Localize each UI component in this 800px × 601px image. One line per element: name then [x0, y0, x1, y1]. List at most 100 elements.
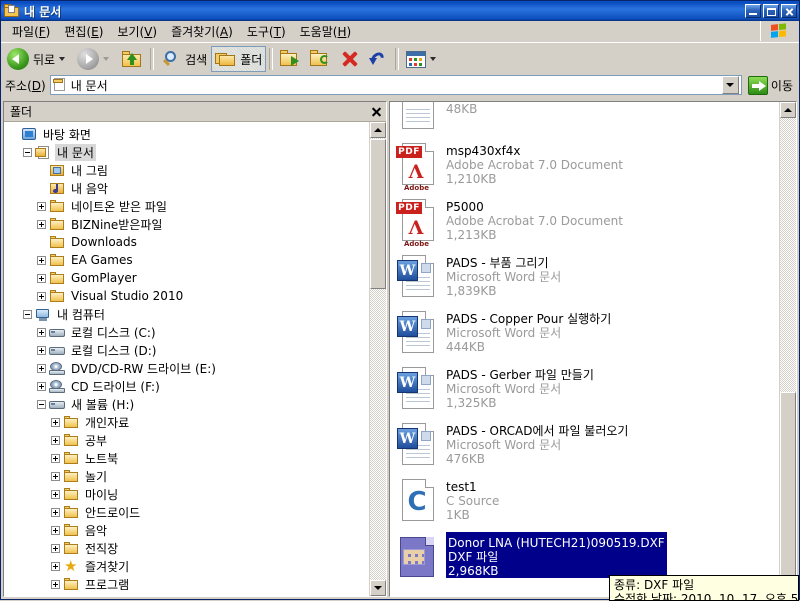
expand-plus-icon[interactable]	[37, 219, 46, 229]
tree-item[interactable]: 프로그램	[7, 575, 369, 593]
folders-scrollbar[interactable]	[369, 122, 386, 596]
move-to-button[interactable]	[276, 46, 306, 72]
copy-to-button[interactable]	[306, 46, 336, 72]
expand-plus-icon[interactable]	[51, 561, 60, 571]
tree-item[interactable]: 공부	[7, 431, 369, 449]
back-dropdown-icon[interactable]	[59, 57, 66, 61]
folders-scroll-up-button[interactable]	[370, 122, 386, 138]
tree-item[interactable]: BIZNine받은파일	[7, 215, 369, 233]
views-dropdown-icon[interactable]	[430, 57, 437, 61]
expand-plus-icon[interactable]	[37, 255, 46, 265]
minimize-button[interactable]	[745, 4, 761, 18]
file-list-item[interactable]: Ctest1 C Source 1KB	[394, 476, 779, 532]
expand-plus-icon[interactable]	[51, 507, 60, 517]
tree-item[interactable]: 노트북	[7, 449, 369, 467]
expand-plus-icon[interactable]	[51, 471, 60, 481]
expand-plus-icon[interactable]	[37, 381, 46, 391]
tree-item[interactable]: 놀기	[7, 467, 369, 485]
delete-button[interactable]	[336, 46, 364, 72]
menu-bar: 파일(F) 편집(E) 보기(V) 즐겨찾기(A) 도구(T) 도움말(H)	[1, 21, 799, 42]
close-button[interactable]	[781, 4, 797, 18]
tree-item[interactable]: CD 드라이브 (F:)	[7, 377, 369, 395]
tree-item-label: 안드로이드	[85, 505, 141, 520]
file-list-item[interactable]: W PADS - Gerber 파일 만들기 Microsoft Word 문서 1,…	[394, 364, 779, 420]
expand-plus-icon[interactable]	[51, 435, 60, 445]
collapse-minus-icon[interactable]	[23, 147, 32, 157]
folder-icon	[63, 577, 80, 592]
tree-item-label: GomPlayer	[71, 271, 137, 285]
tree-item[interactable]: 내 음악	[7, 179, 369, 197]
tree-item[interactable]: ★ 즐겨찾기	[7, 557, 369, 575]
search-button[interactable]: 검색	[157, 46, 211, 72]
tree-item[interactable]: 전직장	[7, 539, 369, 557]
tree-toggle-spacer	[37, 166, 46, 175]
expand-plus-icon[interactable]	[37, 345, 46, 355]
expand-plus-icon[interactable]	[37, 363, 46, 373]
tree-item[interactable]: 내 그림	[7, 161, 369, 179]
collapse-minus-icon[interactable]	[37, 399, 46, 409]
file-list-item[interactable]: W PADS - 부품 그리기 Microsoft Word 문서 1,839KB	[394, 252, 779, 308]
tree-item[interactable]: DVD/CD-RW 드라이브 (E:)	[7, 359, 369, 377]
tree-item[interactable]: 바탕 화면	[7, 125, 369, 143]
up-button[interactable]	[117, 46, 147, 72]
tree-item[interactable]: 안드로이드	[7, 503, 369, 521]
expand-plus-icon[interactable]	[51, 417, 60, 427]
file-list-item[interactable]: 한글과컴퓨터 한글 문서48KB	[394, 102, 779, 140]
tree-item[interactable]: 핸드폰	[7, 593, 369, 596]
folders-pane-close-icon[interactable]	[368, 104, 384, 120]
expand-plus-icon[interactable]	[51, 543, 60, 553]
menu-file[interactable]: 파일(F)	[5, 21, 57, 42]
folders-button[interactable]: 폴더	[211, 46, 267, 72]
tree-item-label: 내 컴퓨터	[57, 307, 105, 322]
expand-plus-icon[interactable]	[51, 489, 60, 499]
collapse-minus-icon[interactable]	[23, 309, 32, 319]
tree-item[interactable]: Downloads	[7, 233, 369, 251]
file-meta: PADS - 부품 그리기 Microsoft Word 문서 1,839KB	[446, 252, 561, 298]
folders-scroll-down-button[interactable]	[370, 580, 386, 596]
tree-item[interactable]: 내 문서	[7, 143, 369, 161]
files-scroll-thumb[interactable]	[780, 392, 796, 577]
menu-favorites[interactable]: 즐겨찾기(A)	[164, 21, 240, 42]
menu-help[interactable]: 도움말(H)	[293, 21, 359, 42]
file-list-item[interactable]: W PADS - Copper Pour 실행하기 Microsoft Word 문…	[394, 308, 779, 364]
tree-item[interactable]: Visual Studio 2010	[7, 287, 369, 305]
tree-item[interactable]: 마이닝	[7, 485, 369, 503]
folders-scroll-thumb[interactable]	[370, 139, 386, 289]
views-button[interactable]	[402, 46, 444, 72]
files-scrollbar[interactable]	[779, 102, 796, 596]
file-list-item[interactable]: PDF Λ Adobe msp430xf4x Adobe Acrobat 7.0 Doc…	[394, 140, 779, 196]
tree-item[interactable]: 로컬 디스크 (D:)	[7, 341, 369, 359]
tree-item[interactable]: 음악	[7, 521, 369, 539]
folders-tree[interactable]: 바탕 화면 내 문서 내 그림 내 음악 네이트온 받은 파일 BIZNine받은파일 Do…	[4, 122, 369, 596]
forward-dropdown-icon[interactable]	[103, 57, 110, 61]
tree-item[interactable]: 새 볼륨 (H:)	[7, 395, 369, 413]
tree-item-label: 로컬 디스크 (C:)	[71, 325, 156, 340]
menu-tools[interactable]: 도구(T)	[240, 21, 293, 42]
tree-item[interactable]: 내 컴퓨터	[7, 305, 369, 323]
go-button[interactable]: 이동	[747, 75, 797, 95]
files-scroll-up-button[interactable]	[780, 102, 796, 118]
expand-plus-icon[interactable]	[51, 453, 60, 463]
tree-item[interactable]: 네이트온 받은 파일	[7, 197, 369, 215]
file-list[interactable]: 한글과컴퓨터 한글 문서48KBPDFΛAdobemsp430xf4xAdobe…	[390, 102, 779, 596]
undo-button[interactable]	[364, 46, 392, 72]
expand-plus-icon[interactable]	[37, 201, 46, 211]
tree-item[interactable]: 개인자료	[7, 413, 369, 431]
back-button[interactable]: 뒤로	[3, 46, 73, 72]
file-list-item[interactable]: W PADS - ORCAD에서 파일 불러오기 Microsoft Word 문서…	[394, 420, 779, 476]
expand-plus-icon[interactable]	[37, 291, 46, 301]
tree-item[interactable]: GomPlayer	[7, 269, 369, 287]
menu-edit[interactable]: 편집(E)	[57, 21, 110, 42]
file-list-item[interactable]: PDF Λ Adobe P5000 Adobe Acrobat 7.0 Document…	[394, 196, 779, 252]
address-input[interactable]: 내 문서	[49, 75, 742, 95]
expand-plus-icon[interactable]	[51, 525, 60, 535]
menu-view[interactable]: 보기(V)	[110, 21, 164, 42]
maximize-button[interactable]	[763, 4, 779, 18]
address-dropdown-button[interactable]	[721, 76, 739, 94]
expand-plus-icon[interactable]	[37, 327, 46, 337]
forward-button[interactable]	[73, 46, 117, 72]
tree-item[interactable]: 로컬 디스크 (C:)	[7, 323, 369, 341]
expand-plus-icon[interactable]	[51, 579, 60, 589]
expand-plus-icon[interactable]	[37, 273, 46, 283]
tree-item[interactable]: EA Games	[7, 251, 369, 269]
